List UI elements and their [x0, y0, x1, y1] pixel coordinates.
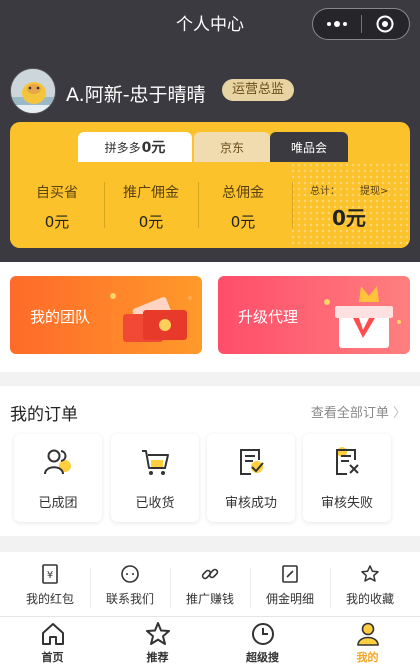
- total-label: 总计：: [310, 186, 340, 197]
- tools-row: ¥ 我的红包 联系我们 推广赚钱 佣金明细 我的收藏: [0, 552, 420, 616]
- upgrade-agent-label: 升级代理: [238, 308, 299, 326]
- tool-label: 佣金明细: [265, 592, 314, 606]
- tab-pinduoduo[interactable]: 拼多多 0元: [78, 132, 192, 162]
- order-status-approved[interactable]: 审核成功: [207, 434, 295, 522]
- tool-promote-earn[interactable]: 推广赚钱: [168, 564, 252, 607]
- stat-self-save: 自买省 0元: [12, 182, 102, 232]
- clock-icon: [251, 623, 274, 645]
- role-badge: 运营总监: [222, 79, 295, 101]
- more-button[interactable]: [313, 9, 361, 39]
- stat-total-commission: 总佣金 0元: [198, 182, 288, 232]
- target-icon: [376, 15, 394, 33]
- rejected-icon: [336, 447, 359, 475]
- banner-area: 我的团队 升级代理: [0, 262, 420, 372]
- order-status-label: 审核失败: [320, 496, 373, 511]
- username: A.阿新-忠于晴晴: [66, 84, 206, 106]
- group-icon: [44, 449, 71, 475]
- approved-icon: [240, 449, 264, 475]
- stat-label: 自买省: [36, 185, 78, 201]
- tab-label: 推荐: [146, 651, 169, 664]
- order-status-label: 已成团: [38, 496, 78, 511]
- star-icon: [361, 565, 379, 582]
- order-status-label: 已收货: [135, 496, 175, 511]
- bottom-tab-bar: 首页 推荐 超级搜 我的: [0, 616, 420, 667]
- person-icon: [356, 622, 379, 646]
- tab-label: 首页: [41, 651, 64, 664]
- tab-vip[interactable]: 唯品会: [270, 132, 348, 162]
- tab-label: 超级搜: [246, 651, 279, 664]
- tool-label: 联系我们: [105, 592, 154, 606]
- tab-mine[interactable]: 我的: [315, 617, 420, 667]
- svg-text:¥: ¥: [47, 570, 53, 581]
- mini-program-capsule: [312, 8, 410, 40]
- orders-section: 我的订单 查看全部订单 〉 已成团 已收货 审核成功 审核失败: [0, 386, 420, 536]
- stat-value: 0元: [138, 213, 164, 231]
- order-status-rejected[interactable]: 审核失败: [303, 434, 391, 522]
- red-packet-icon: ¥: [42, 564, 58, 584]
- view-all-label: 查看全部订单: [310, 406, 389, 421]
- avatar[interactable]: [10, 68, 56, 114]
- tool-red-packet[interactable]: ¥ 我的红包: [8, 564, 92, 607]
- order-status-label: 审核成功: [224, 496, 277, 511]
- chevron-right-icon: 〉: [392, 406, 406, 421]
- link-icon: [201, 568, 219, 580]
- stat-label: 总佣金: [222, 185, 264, 201]
- star-icon: [145, 622, 170, 645]
- cart-icon: [142, 450, 169, 475]
- tool-commission-detail[interactable]: 佣金明细: [248, 564, 332, 607]
- contact-icon: [121, 565, 139, 583]
- orders-title: 我的订单: [10, 405, 78, 425]
- view-all-orders-link[interactable]: 查看全部订单 〉: [311, 402, 406, 421]
- profile-header: 个人中心 A.阿新-忠于晴晴 运营总监 拼多多 0元 京东 唯品会 自买省 0元…: [0, 0, 420, 262]
- tool-label: 推广赚钱: [185, 592, 234, 606]
- my-team-banner[interactable]: 我的团队: [10, 276, 202, 354]
- stat-label: 推广佣金: [123, 185, 179, 201]
- more-dots-icon: [326, 21, 347, 27]
- tool-contact[interactable]: 联系我们: [88, 564, 172, 607]
- home-icon: [41, 623, 64, 645]
- tab-super-search[interactable]: 超级搜: [210, 617, 315, 667]
- tool-favorites[interactable]: 我的收藏: [328, 564, 412, 607]
- withdraw-link[interactable]: 提现>: [360, 182, 388, 197]
- tab-recommend[interactable]: 推荐: [105, 617, 210, 667]
- tab-label: 我的: [356, 651, 379, 664]
- stat-promo-commission: 推广佣金 0元: [106, 182, 196, 232]
- my-team-label: 我的团队: [30, 308, 91, 326]
- upgrade-agent-banner[interactable]: 升级代理: [218, 276, 410, 354]
- close-miniprogram-button[interactable]: [362, 9, 410, 39]
- red-envelope-illustration: [110, 293, 192, 342]
- tab-pinduoduo-amount: 0元: [141, 140, 166, 156]
- stat-value: 0元: [44, 213, 70, 231]
- tab-pinduoduo-label: 拼多多: [104, 140, 141, 155]
- order-status-received[interactable]: 已收货: [111, 434, 199, 522]
- tab-jd[interactable]: 京东: [194, 132, 270, 162]
- tab-home[interactable]: 首页: [0, 617, 105, 667]
- earnings-card: 拼多多 0元 京东 唯品会 自买省 0元 推广佣金 0元 总佣金 0元 总计： …: [10, 122, 410, 248]
- gift-box-illustration: [324, 286, 401, 348]
- tool-label: 我的收藏: [345, 592, 394, 606]
- order-status-grouped[interactable]: 已成团: [14, 434, 102, 522]
- total-value: 0元: [332, 206, 366, 230]
- commission-detail-icon: [282, 565, 298, 583]
- tool-label: 我的红包: [25, 592, 74, 606]
- stat-value: 0元: [230, 213, 256, 231]
